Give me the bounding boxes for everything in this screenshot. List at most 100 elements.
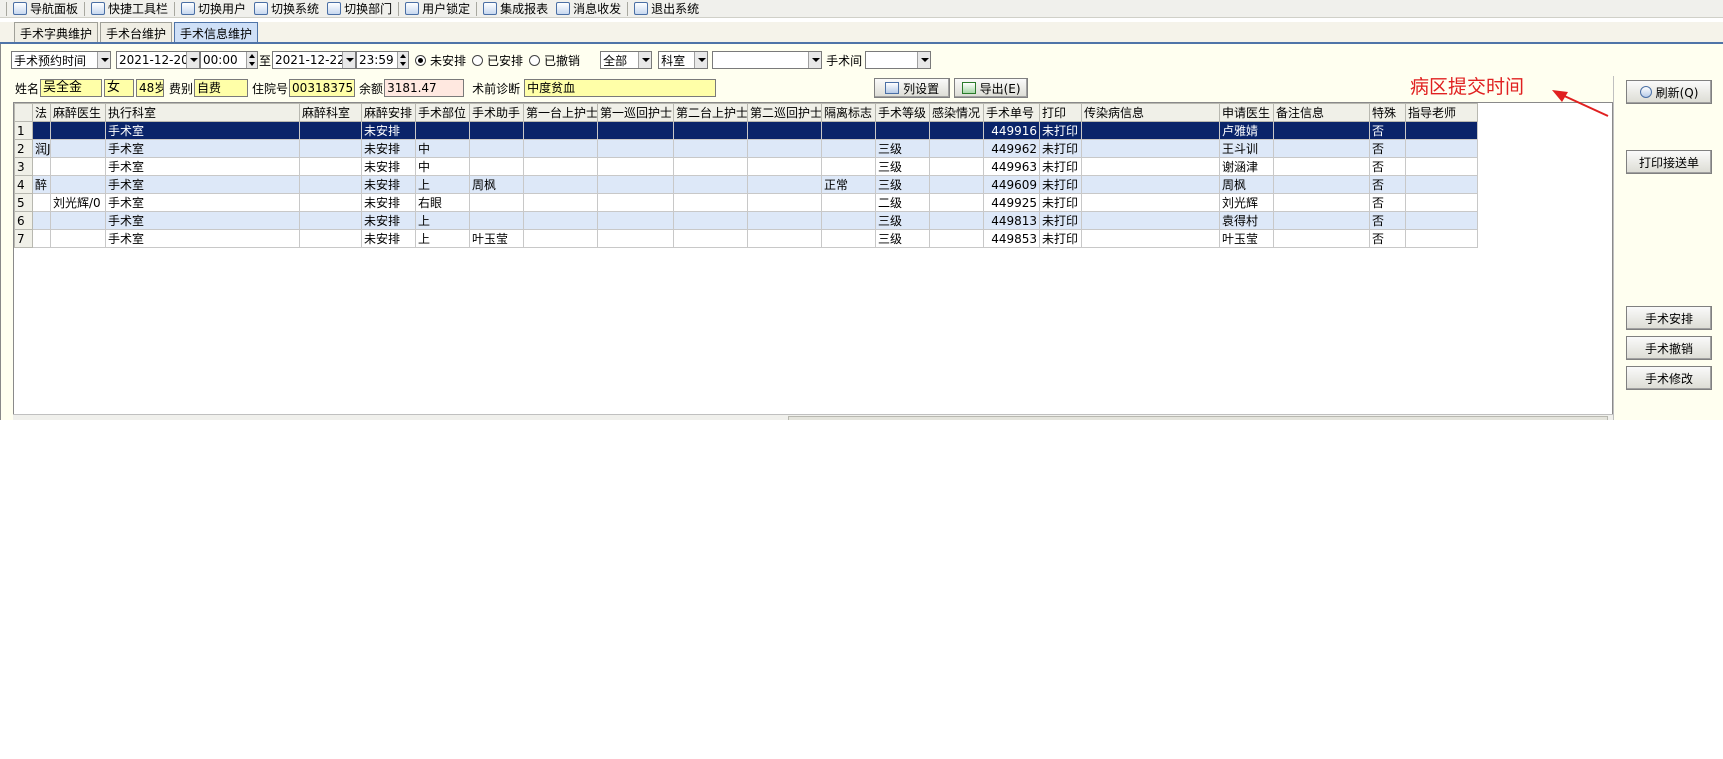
column-header[interactable]: 指导老师 xyxy=(1405,103,1478,122)
radio-arranged[interactable]: 已安排 xyxy=(472,52,523,69)
column-header[interactable]: 麻醉科室 xyxy=(299,103,362,122)
empty-cell xyxy=(876,320,930,338)
table-cell: 449813 xyxy=(983,211,1040,230)
radio-unarranged[interactable]: 未安排 xyxy=(415,52,466,69)
column-header[interactable]: 麻醉安排 xyxy=(361,103,416,122)
tab-operating-table[interactable]: 手术台维护 xyxy=(100,22,173,42)
column-header[interactable]: 申请医生 xyxy=(1219,103,1274,122)
to-label: 至 xyxy=(259,53,272,68)
column-header[interactable]: 手术等级 xyxy=(875,103,930,122)
empty-cell xyxy=(470,338,524,356)
balance-field[interactable]: 3181.47 xyxy=(384,79,465,97)
table-row[interactable]: 3 手术室 未安排中 三级 449963 未打印 谢涵津 否 xyxy=(14,157,1478,176)
patient-sex-field[interactable]: 女 xyxy=(104,79,135,97)
column-header[interactable]: 感染情况 xyxy=(929,103,984,122)
menu-switch-user[interactable]: 切换用户 xyxy=(177,0,250,17)
empty-cell xyxy=(15,266,33,284)
menu-separator xyxy=(398,1,400,16)
menu-lock-user[interactable]: 用户锁定 xyxy=(401,0,474,17)
table-cell xyxy=(1081,211,1220,230)
empty-cell xyxy=(33,302,51,320)
table-cell: 未安排 xyxy=(361,175,416,194)
empty-cell xyxy=(416,356,470,374)
cancel-surgery-button[interactable]: 手术撤销 xyxy=(1626,336,1712,360)
column-header[interactable]: 备注信息 xyxy=(1273,103,1370,122)
diagnosis-field[interactable]: 中度贫血 xyxy=(524,79,717,97)
empty-cell xyxy=(300,356,362,374)
column-header[interactable]: 手术助手 xyxy=(469,103,524,122)
table-cell xyxy=(469,139,524,158)
empty-cell xyxy=(984,320,1040,338)
empty-cell xyxy=(416,284,470,302)
column-header[interactable]: 第一巡回护士 xyxy=(597,103,674,122)
modify-surgery-button[interactable]: 手术修改 xyxy=(1626,366,1712,390)
chevron-down-icon xyxy=(917,52,931,68)
column-settings-button[interactable]: 列设置 xyxy=(874,78,951,98)
scope-select[interactable]: 全部 xyxy=(600,51,653,69)
menu-switch-system[interactable]: 切换系统 xyxy=(250,0,323,17)
column-header[interactable]: 第一台上护士 xyxy=(523,103,598,122)
row-number: 2 xyxy=(14,139,33,158)
tab-bar: 手术字典维护 手术台维护 手术信息维护 xyxy=(0,22,1723,44)
menu-messages[interactable]: 消息收发 xyxy=(552,0,625,17)
table-row[interactable]: 2 润J 手术室 未安排中 三级 449962 未打印 王斗训 否 xyxy=(14,139,1478,158)
end-time-spinner[interactable]: 23:59 xyxy=(356,51,410,69)
balance-label: 余额 xyxy=(359,81,384,96)
empty-cell xyxy=(470,320,524,338)
column-header[interactable]: 隔离标志 xyxy=(821,103,876,122)
empty-cell xyxy=(1220,338,1274,356)
dept-type-select[interactable]: 科室 xyxy=(658,51,709,69)
menu-switch-dept[interactable]: 切换部门 xyxy=(323,0,396,17)
empty-cell xyxy=(984,374,1040,392)
table-cell xyxy=(415,121,470,140)
print-transfer-button[interactable]: 打印接送单 xyxy=(1626,150,1712,174)
column-header[interactable]: 传染病信息 xyxy=(1081,103,1220,122)
column-header[interactable]: 第二巡回护士 xyxy=(747,103,822,122)
dept-select[interactable] xyxy=(712,51,823,69)
tab-surgery-dictionary[interactable]: 手术字典维护 xyxy=(14,22,99,42)
arrange-surgery-button[interactable]: 手术安排 xyxy=(1626,306,1712,330)
menu-label: 消息收发 xyxy=(573,2,622,16)
table-cell xyxy=(821,193,876,212)
room-label: 手术间 xyxy=(826,53,863,68)
refresh-button[interactable]: 刷新(Q) xyxy=(1626,80,1712,104)
fee-type-field[interactable]: 自费 xyxy=(194,79,249,97)
column-header[interactable]: 特殊 xyxy=(1369,103,1406,122)
empty-cell xyxy=(51,302,106,320)
empty-cell xyxy=(984,284,1040,302)
table-cell: 叶玉莹 xyxy=(1219,229,1274,248)
inpatient-no-field[interactable]: 00318375 xyxy=(289,79,356,97)
table-row[interactable]: 5 刘光辉/0 手术室 未安排 右眼 二级 449925 未打印 刘光辉 否 xyxy=(14,193,1478,212)
table-row[interactable]: 6 手术室 未安排上 三级 449813 未打印 袁得村 否 xyxy=(14,211,1478,230)
menu-nav-panel[interactable]: 导航面板 xyxy=(9,0,82,17)
table-cell xyxy=(1081,229,1220,248)
menu-exit[interactable]: 退出系统 xyxy=(630,0,703,17)
table-row[interactable]: 1 手术室 未安排 449916 未打印 卢雅婧 否 xyxy=(14,121,1478,140)
export-button[interactable]: 导出(E) xyxy=(954,78,1029,98)
tab-surgery-info[interactable]: 手术信息维护 xyxy=(174,22,259,42)
end-date-picker[interactable]: 2021-12-22 xyxy=(272,51,357,69)
table-row[interactable]: 4 醉手术室 未安排上周枫 正常 三级 449609 未打印 周枫否 xyxy=(14,175,1478,194)
menu-quick-toolbar[interactable]: 快捷工具栏 xyxy=(87,0,172,17)
start-date-picker[interactable]: 2021-12-20 xyxy=(116,51,200,69)
patient-age-field[interactable]: 48岁 xyxy=(136,79,165,97)
column-header[interactable]: 法 xyxy=(32,103,51,122)
empty-cell xyxy=(930,392,984,410)
table-cell xyxy=(673,229,748,248)
empty-cell xyxy=(1082,374,1220,392)
room-select[interactable] xyxy=(865,51,932,69)
radio-cancelled[interactable]: 已撤销 xyxy=(529,52,580,69)
column-header[interactable]: 手术部位 xyxy=(415,103,470,122)
surgery-grid[interactable]: 法麻醉医生 执行科室 麻醉科室 麻醉安排 手术部位 手术助手 第一台上护士 第一巡回护士 第二台… xyxy=(13,102,1613,422)
column-header[interactable]: 麻醉医生 xyxy=(50,103,106,122)
patient-name-field[interactable]: 吴全金 xyxy=(40,79,103,97)
column-header[interactable]: 执行科室 xyxy=(105,103,300,122)
time-type-select[interactable]: 手术预约时间 xyxy=(11,51,111,69)
table-row[interactable]: 7 手术室 未安排上叶玉莹 三级 449853 未打印 叶玉莹否 xyxy=(14,229,1478,248)
menu-reports[interactable]: 集成报表 xyxy=(479,0,552,17)
start-time-spinner[interactable]: 00:00 xyxy=(200,51,258,69)
column-header[interactable]: 打印 xyxy=(1039,103,1082,122)
column-header[interactable]: 第二台上护士 xyxy=(673,103,748,122)
menu-bar: 导航面板 快捷工具栏 切换用户 切换系统 切换部门 用户锁定 集成报表 消息收发… xyxy=(0,0,1723,18)
column-header[interactable]: 手术单号 xyxy=(983,103,1040,122)
